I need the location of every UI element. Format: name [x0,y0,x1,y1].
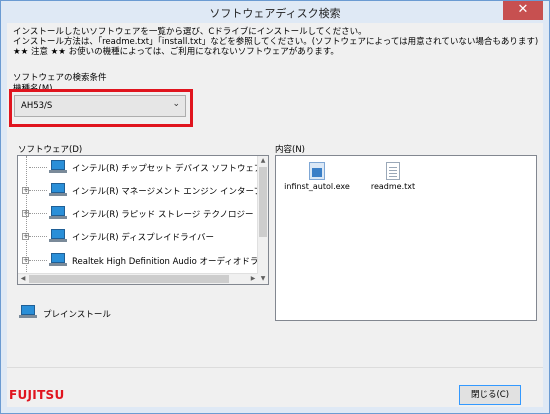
file-item[interactable]: infinst_autol.exe [282,162,352,191]
tree-connector [29,236,47,237]
model-select-value: AH53/S [21,101,53,111]
instruction-line-2: インストール方法は、「readme.txt」「install.txt」などを参照… [13,37,539,47]
tree-connector [29,167,47,168]
tree-connector [29,260,47,261]
instruction-line-1: インストールしたいソフトウェアを一覧から選び、Cドライブにインストールしてくださ… [13,27,367,37]
tree-item-label: Realtek High Definition Audio オーディオドライバ [72,257,269,267]
software-label: ソフトウェア(D) [18,145,83,155]
software-tree[interactable]: インテル(R) チップセット デバイス ソフトウェア + インテル(R) マネー… [17,155,269,285]
tree-connector [29,190,47,191]
dialog-body: インストールしたいソフトウェアを一覧から選び、Cドライブにインストールしてくださ… [7,23,543,407]
contents-panel[interactable]: infinst_autol.exe readme.txt [275,155,537,321]
scroll-thumb[interactable] [259,167,267,237]
window-title: ソフトウェアディスク検索 [209,7,341,20]
model-select[interactable]: AH53/S ⌄ [14,95,186,117]
laptop-icon [49,253,67,267]
title-bar: ソフトウェアディスク検索 ✕ [1,1,549,23]
laptop-icon [49,229,67,243]
exe-file-icon [309,162,325,180]
file-name: infinst_autol.exe [284,182,350,191]
tree-item[interactable]: インテル(R) チップセット デバイス ソフトウェア [18,157,262,179]
laptop-icon [49,160,67,174]
tree-item[interactable]: + インテル(R) マネージメント エンジン インターフェイ [18,180,268,202]
close-button[interactable]: 閉じる(C) [459,385,521,405]
scroll-thumb[interactable] [29,275,229,283]
tree-item[interactable]: + Realtek High Definition Audio オーディオドライ… [18,250,268,272]
tree-item-label: インテル(R) ディスプレイドライバー [72,233,214,243]
chevron-down-icon: ⌄ [172,99,180,109]
tree-item[interactable]: + インテル(R) ディスプレイドライバー [18,226,258,248]
tree-item[interactable]: + インテル(R) ラピッド ストレージ テクノロジー [18,203,258,225]
laptop-icon [19,305,37,319]
expand-icon[interactable]: + [22,210,29,217]
tree-connector [29,213,47,214]
scroll-left-icon[interactable]: ◀ [18,274,28,284]
tree-horizontal-scrollbar[interactable]: ◀ ▶ [18,273,258,284]
preinstall-label: プレインストール [43,310,111,320]
tree-vertical-scrollbar[interactable]: ▲ ▼ [257,156,268,284]
scroll-up-icon[interactable]: ▲ [258,156,268,166]
scroll-down-icon[interactable]: ▼ [258,274,268,284]
scroll-right-icon[interactable]: ▶ [248,274,258,284]
expand-icon[interactable]: + [22,233,29,240]
laptop-icon [49,183,67,197]
text-file-icon [386,162,400,180]
window-close-button[interactable]: ✕ [503,1,543,20]
contents-label: 内容(N) [275,145,305,155]
fujitsu-logo: FUJITSU [9,388,65,402]
expand-icon[interactable]: + [22,187,29,194]
tree-item-label: インテル(R) チップセット デバイス ソフトウェア [72,164,263,174]
dialog-window: ソフトウェアディスク検索 ✕ インストールしたいソフトウェアを一覧から選び、Cド… [0,0,550,414]
tree-item-label: インテル(R) ラピッド ストレージ テクノロジー [72,210,254,220]
footer-divider [7,367,543,368]
tree-item-label: インテル(R) マネージメント エンジン インターフェイ [72,187,269,197]
instructions: インストールしたいソフトウェアを一覧から選び、Cドライブにインストールしてくださ… [13,27,538,57]
expand-icon[interactable]: + [22,257,29,264]
instruction-line-3: ★★ 注意 ★★ お使いの機種によっては、ご利用になれないソフトウェアがあります… [13,47,339,57]
laptop-icon [49,206,67,220]
file-item[interactable]: readme.txt [358,162,428,191]
file-name: readme.txt [370,182,416,191]
